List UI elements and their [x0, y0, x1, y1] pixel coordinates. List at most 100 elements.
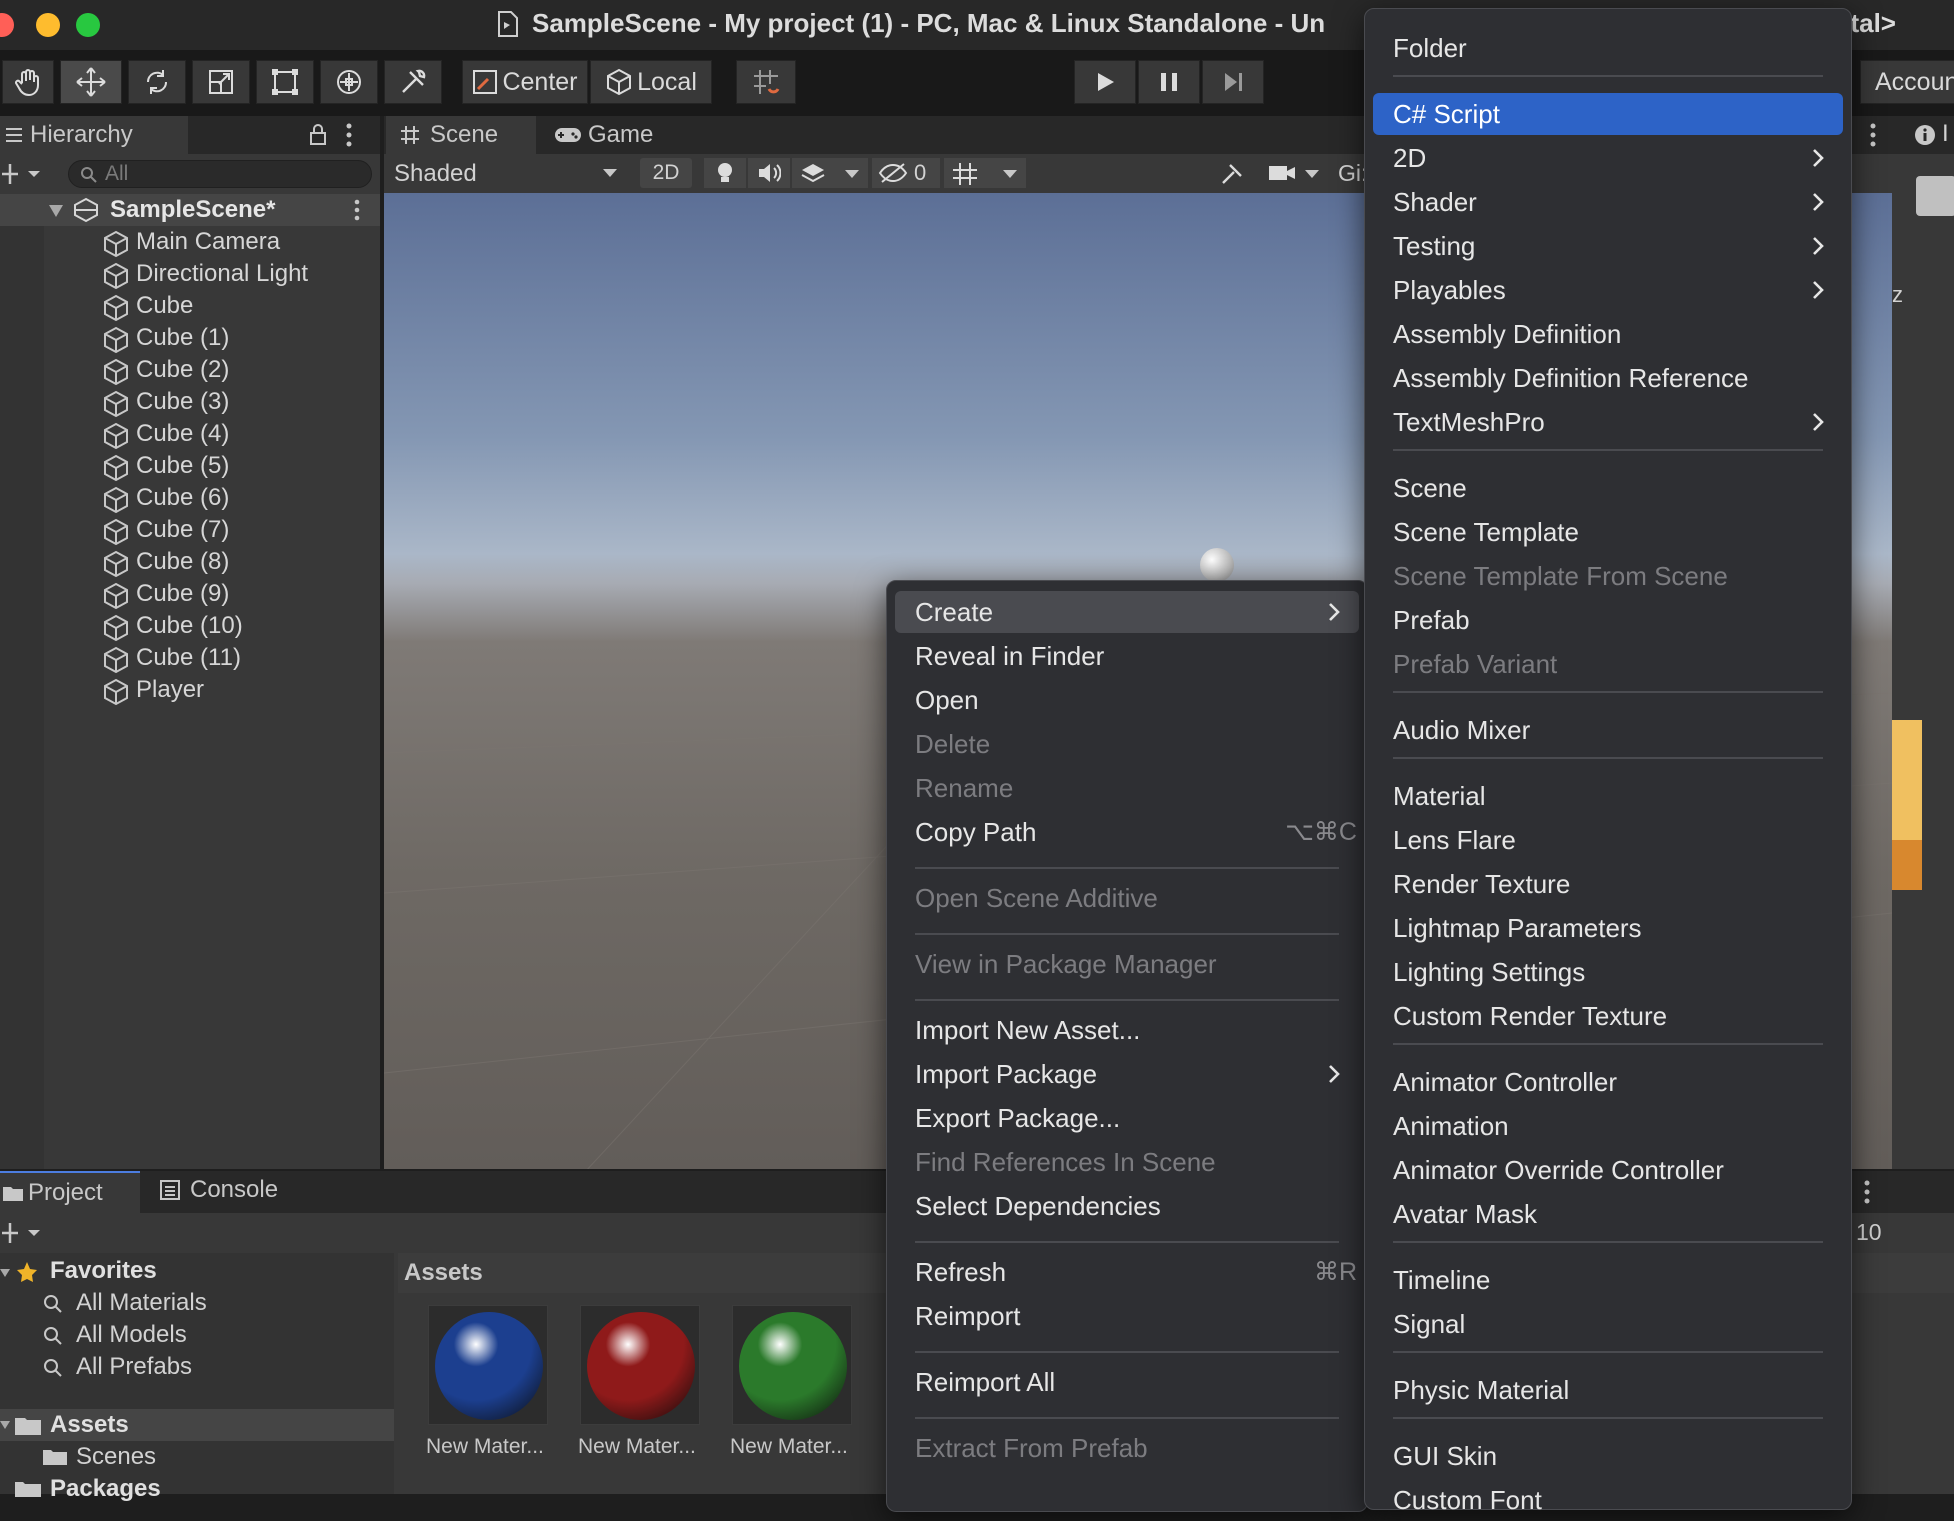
- hierarchy-item[interactable]: Cube (6): [0, 482, 380, 514]
- pause-button[interactable]: [1138, 60, 1200, 104]
- tab-hierarchy[interactable]: Hierarchy: [0, 116, 188, 154]
- lighting-toggle[interactable]: [704, 158, 746, 188]
- menu-item-c-script[interactable]: C# Script: [1373, 93, 1843, 135]
- scene-tools-button[interactable]: [1210, 158, 1252, 188]
- hierarchy-item[interactable]: Cube (5): [0, 450, 380, 482]
- menu-item-gui-skin[interactable]: GUI Skin: [1373, 1435, 1843, 1477]
- account-button[interactable]: Accoun: [1860, 60, 1954, 104]
- more-options-icon[interactable]: [344, 122, 354, 148]
- audio-toggle[interactable]: [748, 158, 790, 188]
- menu-item-copy-path[interactable]: Copy Path ⌥⌘C: [895, 811, 1359, 853]
- hierarchy-item[interactable]: Cube (4): [0, 418, 380, 450]
- hierarchy-item[interactable]: Cube (1): [0, 322, 380, 354]
- favorite-item[interactable]: All Models: [40, 1319, 380, 1351]
- hierarchy-item[interactable]: Cube (8): [0, 546, 380, 578]
- menu-item-animator-controller[interactable]: Animator Controller: [1373, 1061, 1843, 1103]
- menu-item-shader[interactable]: Shader: [1373, 181, 1843, 223]
- menu-item-open[interactable]: Open: [895, 679, 1359, 721]
- menu-item-physic-material[interactable]: Physic Material: [1373, 1369, 1843, 1411]
- grid-snap-button[interactable]: [736, 60, 796, 104]
- hierarchy-item[interactable]: Cube (2): [0, 354, 380, 386]
- lock-icon[interactable]: [308, 123, 328, 147]
- hierarchy-item[interactable]: Player: [0, 674, 380, 706]
- breadcrumb-assets[interactable]: Assets: [404, 1259, 483, 1287]
- more-options-icon[interactable]: [1862, 1179, 1872, 1205]
- menu-item-reveal-in-finder[interactable]: Reveal in Finder: [895, 635, 1359, 677]
- play-button[interactable]: [1074, 60, 1136, 104]
- add-object-button[interactable]: [2, 162, 46, 186]
- hierarchy-item[interactable]: Directional Light: [0, 258, 380, 290]
- assets-folder-row[interactable]: Assets: [0, 1409, 394, 1441]
- hierarchy-item[interactable]: Cube (7): [0, 514, 380, 546]
- favorites-label[interactable]: Favorites: [50, 1257, 157, 1285]
- menu-item-lens-flare[interactable]: Lens Flare: [1373, 819, 1843, 861]
- menu-item-textmeshpro[interactable]: TextMeshPro: [1373, 401, 1843, 443]
- hierarchy-item[interactable]: Cube (10): [0, 610, 380, 642]
- menu-item-import-package[interactable]: Import Package: [895, 1053, 1359, 1095]
- rect-tool-button[interactable]: [256, 60, 314, 104]
- menu-item-testing[interactable]: Testing: [1373, 225, 1843, 267]
- material-asset-thumbnail[interactable]: [580, 1305, 700, 1425]
- create-asset-button[interactable]: [2, 1221, 46, 1245]
- menu-item-prefab[interactable]: Prefab: [1373, 599, 1843, 641]
- menu-item-material[interactable]: Material: [1373, 775, 1843, 817]
- move-tool-button[interactable]: [60, 60, 122, 104]
- menu-item-refresh[interactable]: Refresh ⌘R: [895, 1251, 1359, 1293]
- menu-item-folder[interactable]: Folder: [1373, 27, 1843, 69]
- packages-folder-row[interactable]: Packages: [0, 1473, 394, 1505]
- menu-item-audio-mixer[interactable]: Audio Mixer: [1373, 709, 1843, 751]
- favorite-item[interactable]: All Materials: [40, 1287, 380, 1319]
- scene-panel-menu[interactable]: [1856, 116, 1892, 154]
- menu-item-render-texture[interactable]: Render Texture: [1373, 863, 1843, 905]
- close-window-button[interactable]: [0, 13, 14, 37]
- menu-item-assembly-definition-reference[interactable]: Assembly Definition Reference: [1373, 357, 1843, 399]
- hierarchy-search-input[interactable]: All: [68, 160, 372, 188]
- favorite-item[interactable]: All Prefabs: [40, 1351, 380, 1383]
- hierarchy-item[interactable]: Cube (11): [0, 642, 380, 674]
- scene-menu-icon[interactable]: [352, 198, 362, 222]
- hand-tool-button[interactable]: [2, 60, 54, 104]
- pivot-center-toggle[interactable]: Center: [462, 60, 588, 104]
- menu-item-signal[interactable]: Signal: [1373, 1303, 1843, 1345]
- pivot-local-toggle[interactable]: Local: [590, 60, 712, 104]
- minimize-window-button[interactable]: [36, 13, 60, 37]
- menu-item-import-new-asset[interactable]: Import New Asset...: [895, 1009, 1359, 1051]
- menu-item-reimport[interactable]: Reimport: [895, 1295, 1359, 1337]
- camera-settings-dropdown[interactable]: [1264, 158, 1328, 188]
- menu-item-scene[interactable]: Scene: [1373, 467, 1843, 509]
- menu-item-reimport-all[interactable]: Reimport All: [895, 1361, 1359, 1403]
- material-asset-thumbnail[interactable]: [428, 1305, 548, 1425]
- material-asset-thumbnail[interactable]: [732, 1305, 852, 1425]
- tab-console[interactable]: Console: [160, 1171, 310, 1209]
- grid-visibility-dropdown[interactable]: [944, 158, 1026, 188]
- inspector-tab[interactable]: I: [1892, 116, 1954, 154]
- menu-item-create[interactable]: Create: [895, 591, 1359, 633]
- transform-tool-button[interactable]: [320, 60, 378, 104]
- scenes-folder-row[interactable]: Scenes: [40, 1441, 394, 1473]
- menu-item-export-package[interactable]: Export Package...: [895, 1097, 1359, 1139]
- player-sphere[interactable]: [1200, 548, 1234, 582]
- menu-item-custom-render-texture[interactable]: Custom Render Texture: [1373, 995, 1843, 1037]
- hierarchy-item[interactable]: Cube (9): [0, 578, 380, 610]
- menu-item-playables[interactable]: Playables: [1373, 269, 1843, 311]
- tab-scene[interactable]: Scene: [386, 116, 536, 154]
- zoom-window-button[interactable]: [76, 13, 100, 37]
- menu-item-timeline[interactable]: Timeline: [1373, 1259, 1843, 1301]
- hierarchy-item[interactable]: Main Camera: [0, 226, 380, 258]
- tab-project[interactable]: Project: [0, 1171, 140, 1213]
- scene-root-row[interactable]: SampleScene*: [0, 194, 380, 226]
- rotate-tool-button[interactable]: [128, 60, 186, 104]
- 2d-mode-toggle[interactable]: 2D: [640, 158, 692, 188]
- menu-item-2d[interactable]: 2D: [1373, 137, 1843, 179]
- scale-tool-button[interactable]: [192, 60, 250, 104]
- custom-tool-button[interactable]: [384, 60, 442, 104]
- menu-item-animation[interactable]: Animation: [1373, 1105, 1843, 1147]
- menu-item-animator-override-controller[interactable]: Animator Override Controller: [1373, 1149, 1843, 1191]
- effects-dropdown[interactable]: [792, 158, 868, 188]
- menu-item-scene-template[interactable]: Scene Template: [1373, 511, 1843, 553]
- step-button[interactable]: [1202, 60, 1264, 104]
- menu-item-assembly-definition[interactable]: Assembly Definition: [1373, 313, 1843, 355]
- hierarchy-item[interactable]: Cube (3): [0, 386, 380, 418]
- hierarchy-item[interactable]: Cube: [0, 290, 380, 322]
- menu-item-custom-font[interactable]: Custom Font: [1373, 1479, 1843, 1521]
